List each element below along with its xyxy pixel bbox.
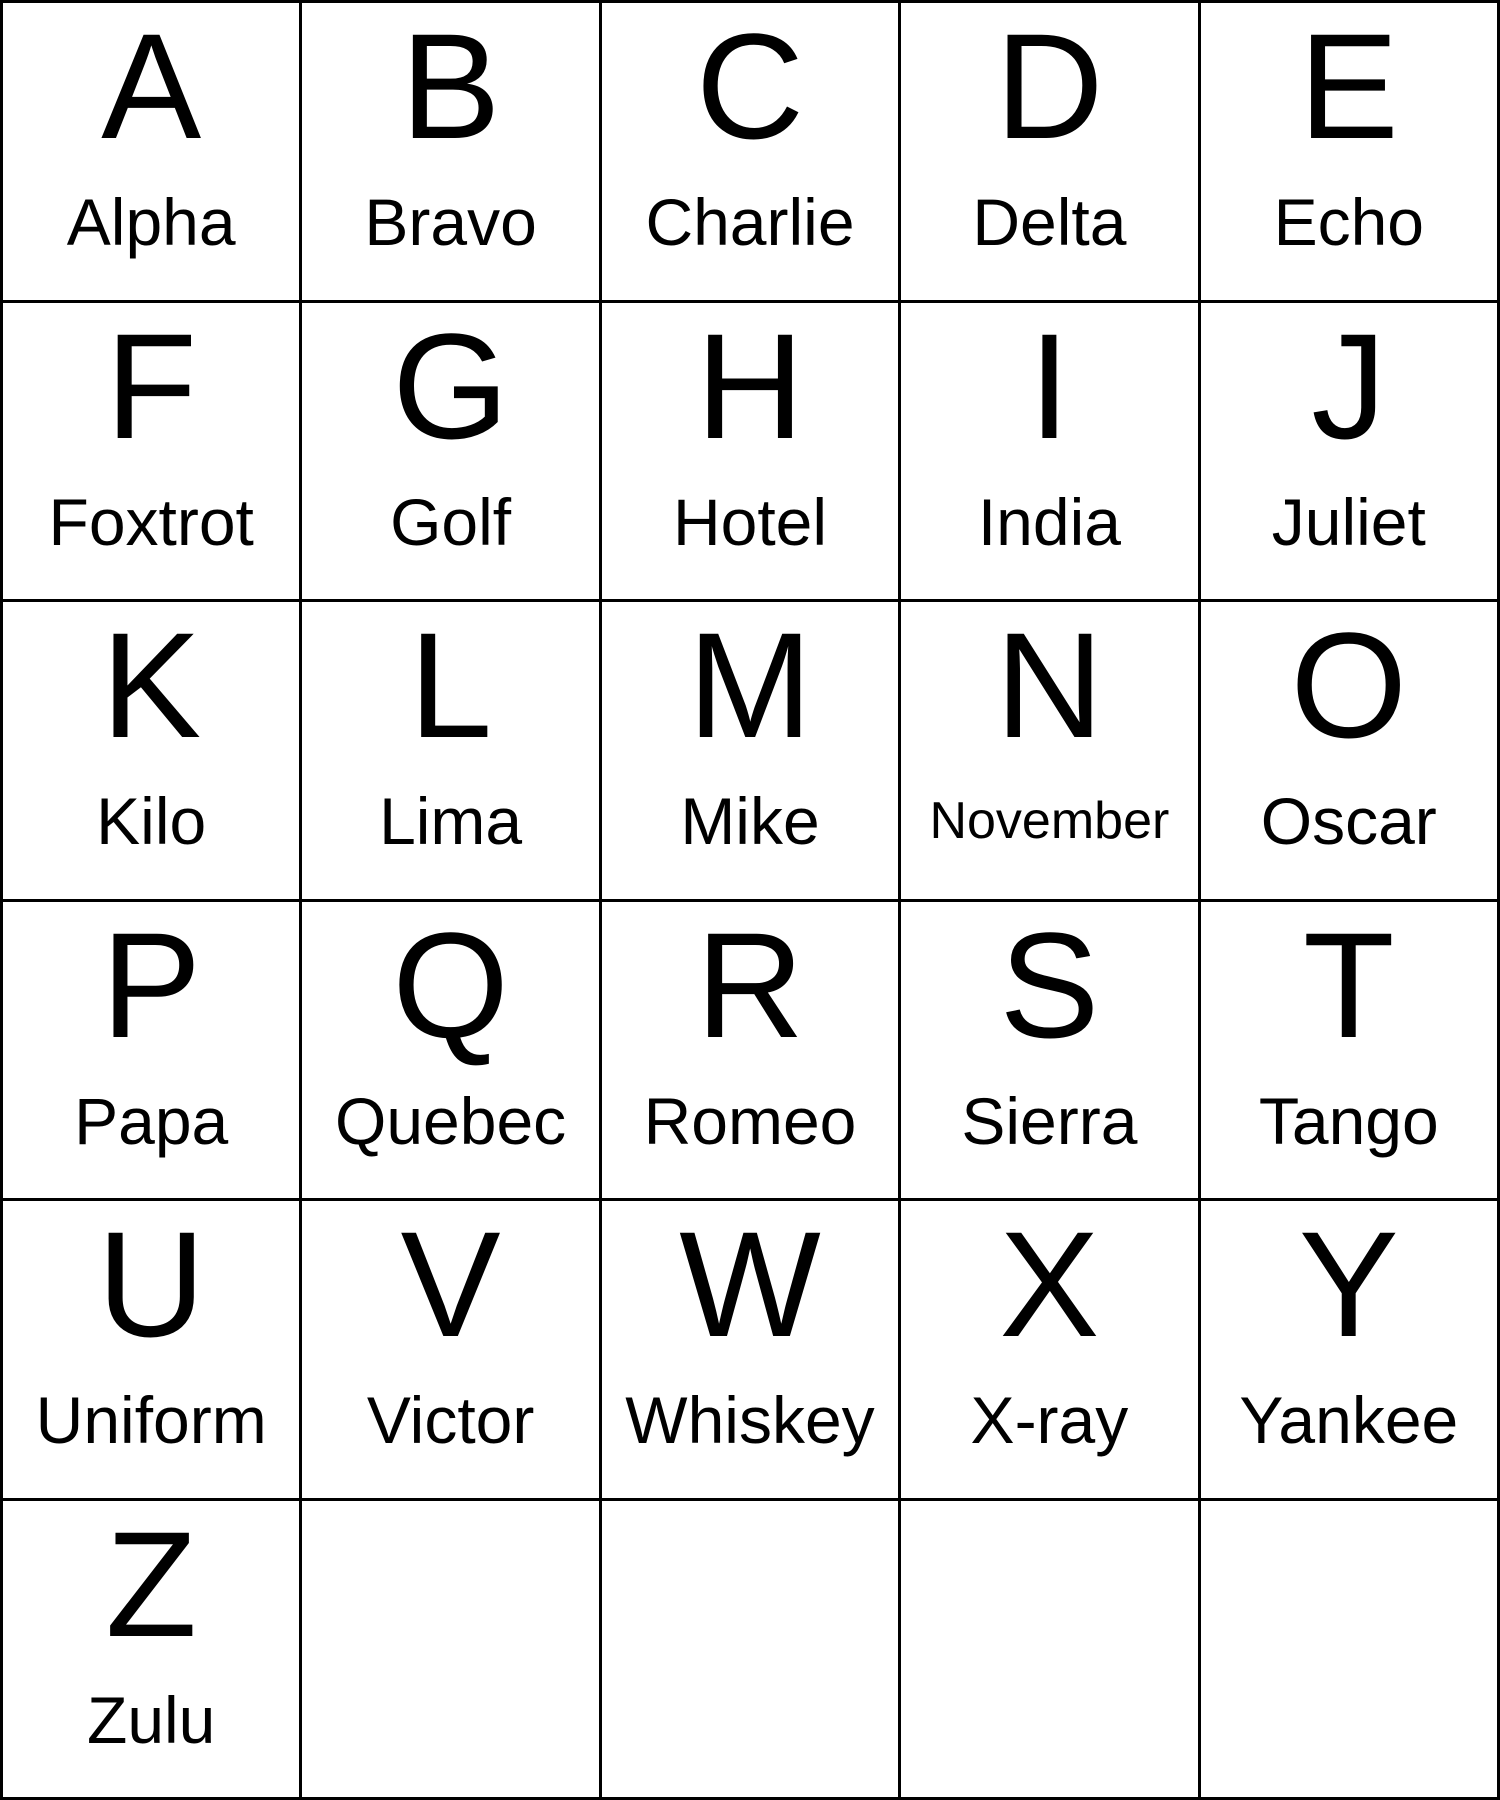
cell-code-word: X-ray xyxy=(970,1383,1129,1458)
alphabet-cell-q: Q Quebec xyxy=(302,901,602,1201)
alphabet-cell-empty xyxy=(302,1500,602,1800)
cell-letter: R xyxy=(695,901,805,1069)
cell-letter: X xyxy=(999,1201,1100,1369)
cell-code-word: Foxtrot xyxy=(48,484,254,559)
phonetic-alphabet-grid: A Alpha B Bravo C Charlie D Delta E Echo F Foxtrot G… xyxy=(0,0,1500,1800)
cell-code-word: Sierra xyxy=(961,1083,1138,1158)
cell-letter: L xyxy=(408,602,493,770)
cell-code-word: Echo xyxy=(1273,185,1424,260)
cell-letter: A xyxy=(101,3,202,171)
alphabet-cell-h: H Hotel xyxy=(601,302,902,602)
cell-code-word: Papa xyxy=(74,1083,229,1158)
cell-letter: B xyxy=(400,3,501,171)
cell-letter: M xyxy=(687,602,813,770)
alphabet-cell-s: S Sierra xyxy=(901,901,1201,1201)
cell-letter: C xyxy=(695,3,805,171)
cell-code-word: Yankee xyxy=(1239,1383,1459,1458)
cell-letter: Y xyxy=(1298,1201,1399,1369)
cell-letter: P xyxy=(101,901,202,1069)
cell-code-word: Lima xyxy=(379,784,523,859)
alphabet-cell-d: D Delta xyxy=(901,3,1201,303)
alphabet-cell-t: T Tango xyxy=(1200,901,1500,1201)
cell-letter: I xyxy=(1028,302,1071,470)
cell-letter: N xyxy=(995,602,1104,770)
cell-code-word: Whiskey xyxy=(625,1383,875,1458)
cell-letter: J xyxy=(1311,302,1387,470)
alphabet-cell-i: I India xyxy=(901,302,1201,602)
alphabet-cell-p: P Papa xyxy=(3,901,303,1201)
cell-letter: Q xyxy=(392,901,509,1069)
alphabet-cell-f: F Foxtrot xyxy=(3,302,303,602)
cell-code-word: Romeo xyxy=(643,1083,857,1158)
alphabet-cell-empty xyxy=(901,1500,1201,1800)
cell-code-word: Charlie xyxy=(645,185,855,260)
cell-code-word: Bravo xyxy=(364,185,537,260)
cell-letter: E xyxy=(1298,3,1399,171)
alphabet-cell-u: U Uniform xyxy=(3,1201,303,1501)
cell-code-word: Alpha xyxy=(66,185,236,260)
cell-letter: U xyxy=(97,1201,206,1369)
cell-code-word: Victor xyxy=(366,1383,535,1458)
cell-letter: S xyxy=(999,901,1100,1069)
cell-letter: Z xyxy=(105,1500,198,1668)
cell-code-word: Hotel xyxy=(672,484,828,559)
alphabet-cell-k: K Kilo xyxy=(3,602,303,902)
alphabet-cell-y: Y Yankee xyxy=(1200,1201,1500,1501)
alphabet-cell-empty xyxy=(1200,1500,1500,1800)
alphabet-cell-empty xyxy=(601,1500,902,1800)
alphabet-cell-j: J Juliet xyxy=(1200,302,1500,602)
alphabet-cell-o: O Oscar xyxy=(1200,602,1500,902)
cell-letter: F xyxy=(105,302,198,470)
cell-code-word: Quebec xyxy=(335,1083,567,1158)
cell-code-word: Uniform xyxy=(35,1383,267,1458)
cell-letter: K xyxy=(101,602,202,770)
cell-code-word: India xyxy=(977,484,1121,559)
alphabet-cell-a: A Alpha xyxy=(3,3,303,303)
cell-code-word: November xyxy=(929,792,1170,851)
alphabet-cell-m: M Mike xyxy=(601,602,902,902)
alphabet-cell-c: C Charlie xyxy=(601,3,902,303)
alphabet-cell-z: Z Zulu xyxy=(3,1500,303,1800)
cell-code-word: Juliet xyxy=(1271,484,1426,559)
cell-code-word: Zulu xyxy=(87,1682,216,1757)
cell-code-word: Tango xyxy=(1258,1083,1439,1158)
cell-code-word: Delta xyxy=(972,185,1127,260)
alphabet-cell-g: G Golf xyxy=(302,302,602,602)
cell-code-word: Oscar xyxy=(1260,784,1437,859)
cell-letter: V xyxy=(400,1201,501,1369)
cell-letter: H xyxy=(695,302,805,470)
cell-code-word: Golf xyxy=(390,484,512,559)
alphabet-cell-l: L Lima xyxy=(302,602,602,902)
alphabet-cell-n: N November xyxy=(901,602,1201,902)
cell-letter: W xyxy=(679,1201,821,1369)
alphabet-cell-v: V Victor xyxy=(302,1201,602,1501)
cell-letter: G xyxy=(392,302,509,470)
cell-code-word: Mike xyxy=(680,784,820,859)
alphabet-cell-r: R Romeo xyxy=(601,901,902,1201)
cell-code-word: Kilo xyxy=(96,784,207,859)
cell-letter: O xyxy=(1290,602,1408,770)
cell-letter: D xyxy=(995,3,1104,171)
alphabet-cell-w: W Whiskey xyxy=(601,1201,902,1501)
alphabet-cell-e: E Echo xyxy=(1200,3,1500,303)
alphabet-cell-x: X X-ray xyxy=(901,1201,1201,1501)
alphabet-cell-b: B Bravo xyxy=(302,3,602,303)
cell-letter: T xyxy=(1302,901,1395,1069)
